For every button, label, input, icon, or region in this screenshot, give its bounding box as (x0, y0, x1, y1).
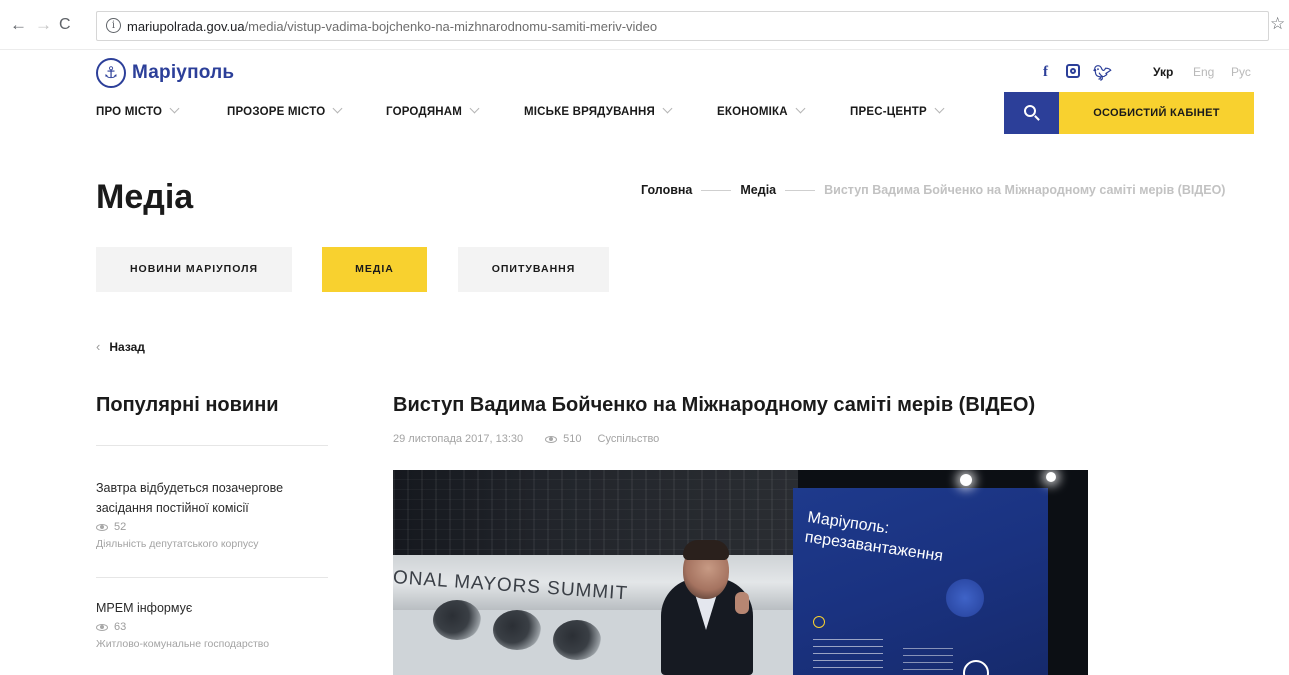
tab-media[interactable]: МЕДІА (322, 247, 427, 292)
nav-item-about-city[interactable]: ПРО МІСТО (96, 103, 180, 118)
news-item-category[interactable]: Житлово-комунальне господарство (96, 638, 328, 650)
globe-graphic (493, 610, 541, 650)
personal-cabinet-button[interactable]: ОСОБИСТИЙ КАБІНЕТ (1059, 92, 1254, 134)
news-item-title[interactable]: Завтра відбудеться позачергове засідання… (96, 478, 328, 518)
screen-text-block (813, 638, 883, 668)
url-path: /media/vistup-vadima-bojchenko-na-mizhna… (244, 19, 658, 34)
article-meta: 29 листопада 2017, 13:30 510 Суспільство (393, 433, 659, 445)
article-category[interactable]: Суспільство (598, 433, 660, 445)
back-label: Назад (109, 339, 145, 354)
screen-title: Маріуполь: перезавантаження (803, 508, 946, 567)
chevron-left-icon: ‹ (96, 339, 101, 354)
nav-label: ЕКОНОМІКА (717, 106, 788, 118)
ornament-graphic (943, 576, 987, 620)
anchor-logo-icon (963, 660, 989, 675)
back-arrow-icon[interactable]: ← (10, 16, 27, 34)
views-count: 63 (114, 621, 127, 633)
twitter-icon[interactable]: 🐦︎ (1093, 64, 1112, 82)
nav-item-city-government[interactable]: МІСЬКЕ ВРЯДУВАННЯ (524, 103, 673, 118)
views-count: 52 (114, 521, 127, 533)
list-item[interactable]: МРЕМ інформує 63 Житлово-комунальне госп… (96, 598, 328, 650)
nav-item-transparent-city[interactable]: ПРОЗОРЕ МІСТО (227, 103, 343, 118)
nav-label: ПРЕС-ЦЕНТР (850, 106, 927, 118)
globe-graphic (553, 620, 601, 660)
breadcrumb-separator (701, 189, 732, 191)
news-item-title[interactable]: МРЕМ інформує (96, 598, 328, 618)
views-count: 510 (563, 433, 582, 445)
nav-label: МІСЬКЕ ВРЯДУВАННЯ (524, 106, 655, 118)
eye-icon (96, 623, 108, 631)
lang-rus[interactable]: Рус (1231, 65, 1251, 79)
chevron-down-icon (469, 103, 480, 114)
bookmark-star-icon[interactable]: ☆ (1270, 14, 1285, 34)
breadcrumb-separator (785, 189, 816, 191)
sidebar-divider (96, 445, 328, 446)
page-title: Медіа (96, 178, 194, 216)
chevron-down-icon (169, 103, 180, 114)
breadcrumb-media[interactable]: Медіа (740, 183, 776, 197)
nav-item-economy[interactable]: ЕКОНОМІКА (717, 103, 806, 118)
globe-graphic (433, 600, 481, 640)
screen-text-block (903, 646, 953, 670)
speaker-hair (683, 540, 729, 560)
list-item[interactable]: Завтра відбудеться позачергове засідання… (96, 478, 328, 550)
microphone-hand (735, 592, 749, 614)
search-icon (1023, 105, 1036, 117)
news-item-views: 52 (96, 521, 328, 533)
eye-icon (545, 435, 558, 443)
instagram-icon[interactable] (1066, 64, 1080, 78)
stage-light (1046, 472, 1056, 482)
presentation-screen: Маріуполь: перезавантаження (793, 488, 1048, 675)
sidebar-divider (96, 577, 328, 578)
nav-item-citizens[interactable]: ГОРОДЯНАМ (386, 103, 480, 118)
article-title: Виступ Вадима Бойченко на Міжнародному с… (393, 394, 1036, 416)
chevron-down-icon (662, 103, 673, 114)
tab-mariupol-news[interactable]: НОВИНИ МАРІУПОЛЯ (96, 247, 292, 292)
nav-label: ГОРОДЯНАМ (386, 106, 463, 118)
chevron-down-icon (795, 103, 806, 114)
facebook-icon[interactable]: f (1043, 64, 1048, 81)
article-video[interactable]: ONAL MAYORS SUMMIT Маріуполь: перезаванта… (393, 470, 1088, 675)
sidebar-title: Популярні новини (96, 394, 279, 416)
chevron-down-icon (332, 103, 343, 114)
eye-icon (96, 523, 108, 531)
breadcrumb: Головна Медіа Виступ Вадима Бойченко на … (641, 183, 1225, 197)
article-date: 29 листопада 2017, 13:30 (393, 433, 524, 445)
back-link[interactable]: ‹ Назад (96, 339, 145, 354)
reload-icon[interactable]: C (59, 16, 71, 34)
stage-light (960, 474, 972, 486)
screen-bullet-icon (813, 616, 825, 628)
url-text[interactable]: mariupolrada.gov.ua/media/vistup-vadima-… (127, 19, 657, 34)
nav-label: ПРОЗОРЕ МІСТО (227, 106, 326, 118)
lang-ukr[interactable]: Укр (1153, 65, 1173, 79)
chevron-down-icon (934, 103, 945, 114)
nav-label: ПРО МІСТО (96, 106, 163, 118)
anchor-logo-icon: ⚓ (96, 58, 126, 88)
search-button[interactable] (1004, 92, 1059, 134)
breadcrumb-home[interactable]: Головна (641, 183, 692, 197)
url-host: mariupolrada.gov.ua (127, 19, 245, 34)
news-item-views: 63 (96, 621, 328, 633)
address-bar[interactable]: i mariupolrada.gov.ua/media/vistup-vadim… (96, 11, 1269, 41)
logo-text: Маріуполь (132, 62, 235, 83)
breadcrumb-current: Виступ Вадима Бойченко на Міжнародному с… (824, 183, 1226, 197)
nav-item-press-center[interactable]: ПРЕС-ЦЕНТР (850, 103, 945, 118)
browser-toolbar: ← → C i mariupolrada.gov.ua/media/vistup… (0, 0, 1289, 50)
tab-polls[interactable]: ОПИТУВАННЯ (458, 247, 609, 292)
lang-eng[interactable]: Eng (1193, 65, 1214, 79)
news-item-category[interactable]: Діяльність депутатського корпусу (96, 538, 328, 550)
article-views: 510 (545, 433, 582, 445)
forward-arrow-icon[interactable]: → (35, 16, 52, 34)
site-logo[interactable]: ⚓ Маріуполь (96, 58, 234, 88)
site-info-icon[interactable]: i (106, 18, 121, 33)
